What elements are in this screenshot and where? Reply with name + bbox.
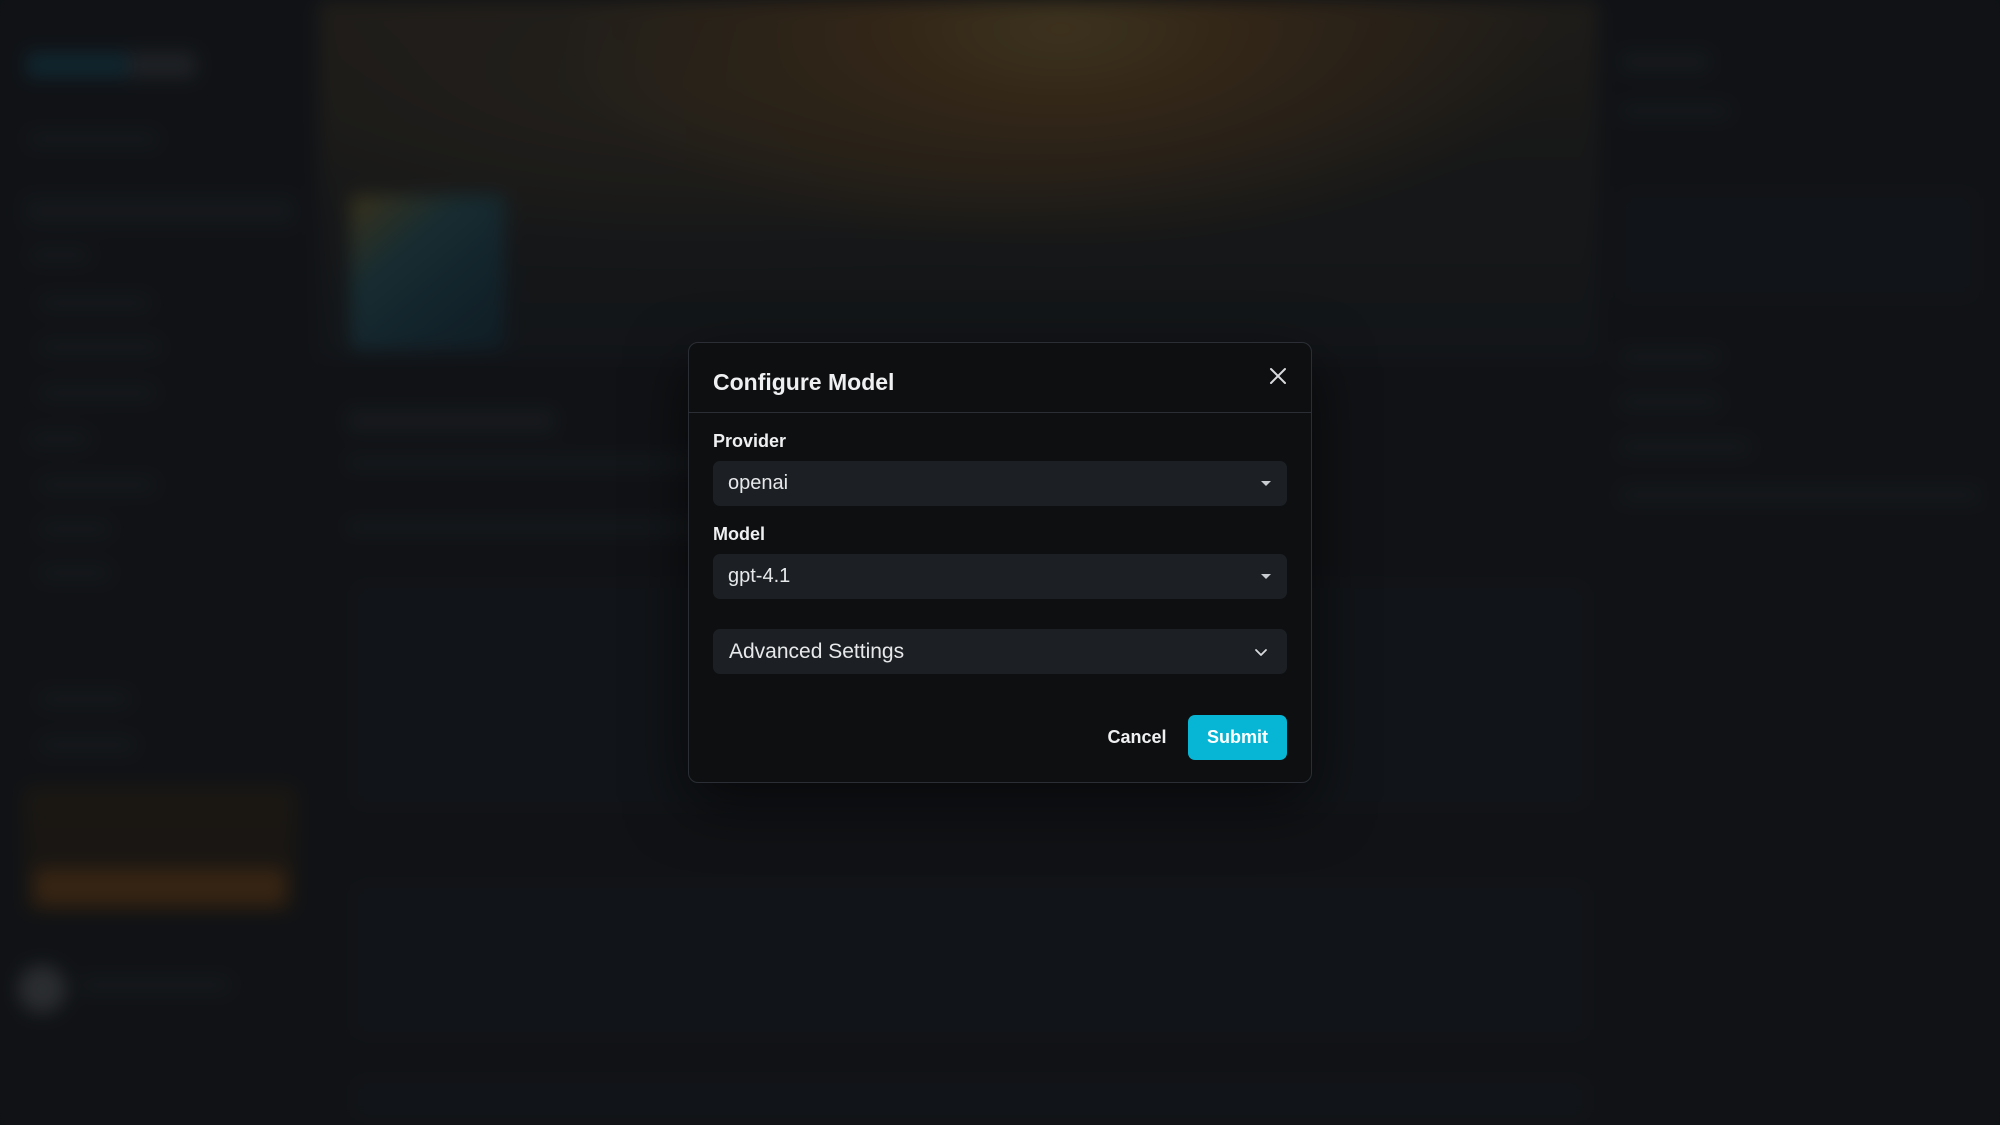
model-label: Model <box>713 524 765 544</box>
provider-label: Provider <box>713 431 787 451</box>
caret-down-icon <box>1261 481 1271 486</box>
dialog-title: Configure Model <box>713 369 895 395</box>
cancel-button[interactable]: Cancel <box>1089 715 1185 760</box>
configure-model-dialog: Configure Model Provider openai Model gp… <box>688 342 1312 783</box>
chevron-down-icon <box>1255 648 1267 656</box>
advanced-settings-toggle[interactable]: Advanced Settings <box>713 629 1287 674</box>
submit-button[interactable]: Submit <box>1188 715 1287 760</box>
model-value: gpt-4.1 <box>728 565 791 587</box>
model-select[interactable]: gpt-4.1 <box>713 554 1287 599</box>
close-button[interactable] <box>1263 361 1293 391</box>
advanced-settings-label: Advanced Settings <box>729 639 905 663</box>
provider-select[interactable]: openai <box>713 461 1287 506</box>
close-icon <box>1270 368 1286 384</box>
dialog-header: Configure Model <box>689 343 1311 413</box>
provider-value: openai <box>728 472 789 494</box>
caret-down-icon <box>1261 574 1271 579</box>
